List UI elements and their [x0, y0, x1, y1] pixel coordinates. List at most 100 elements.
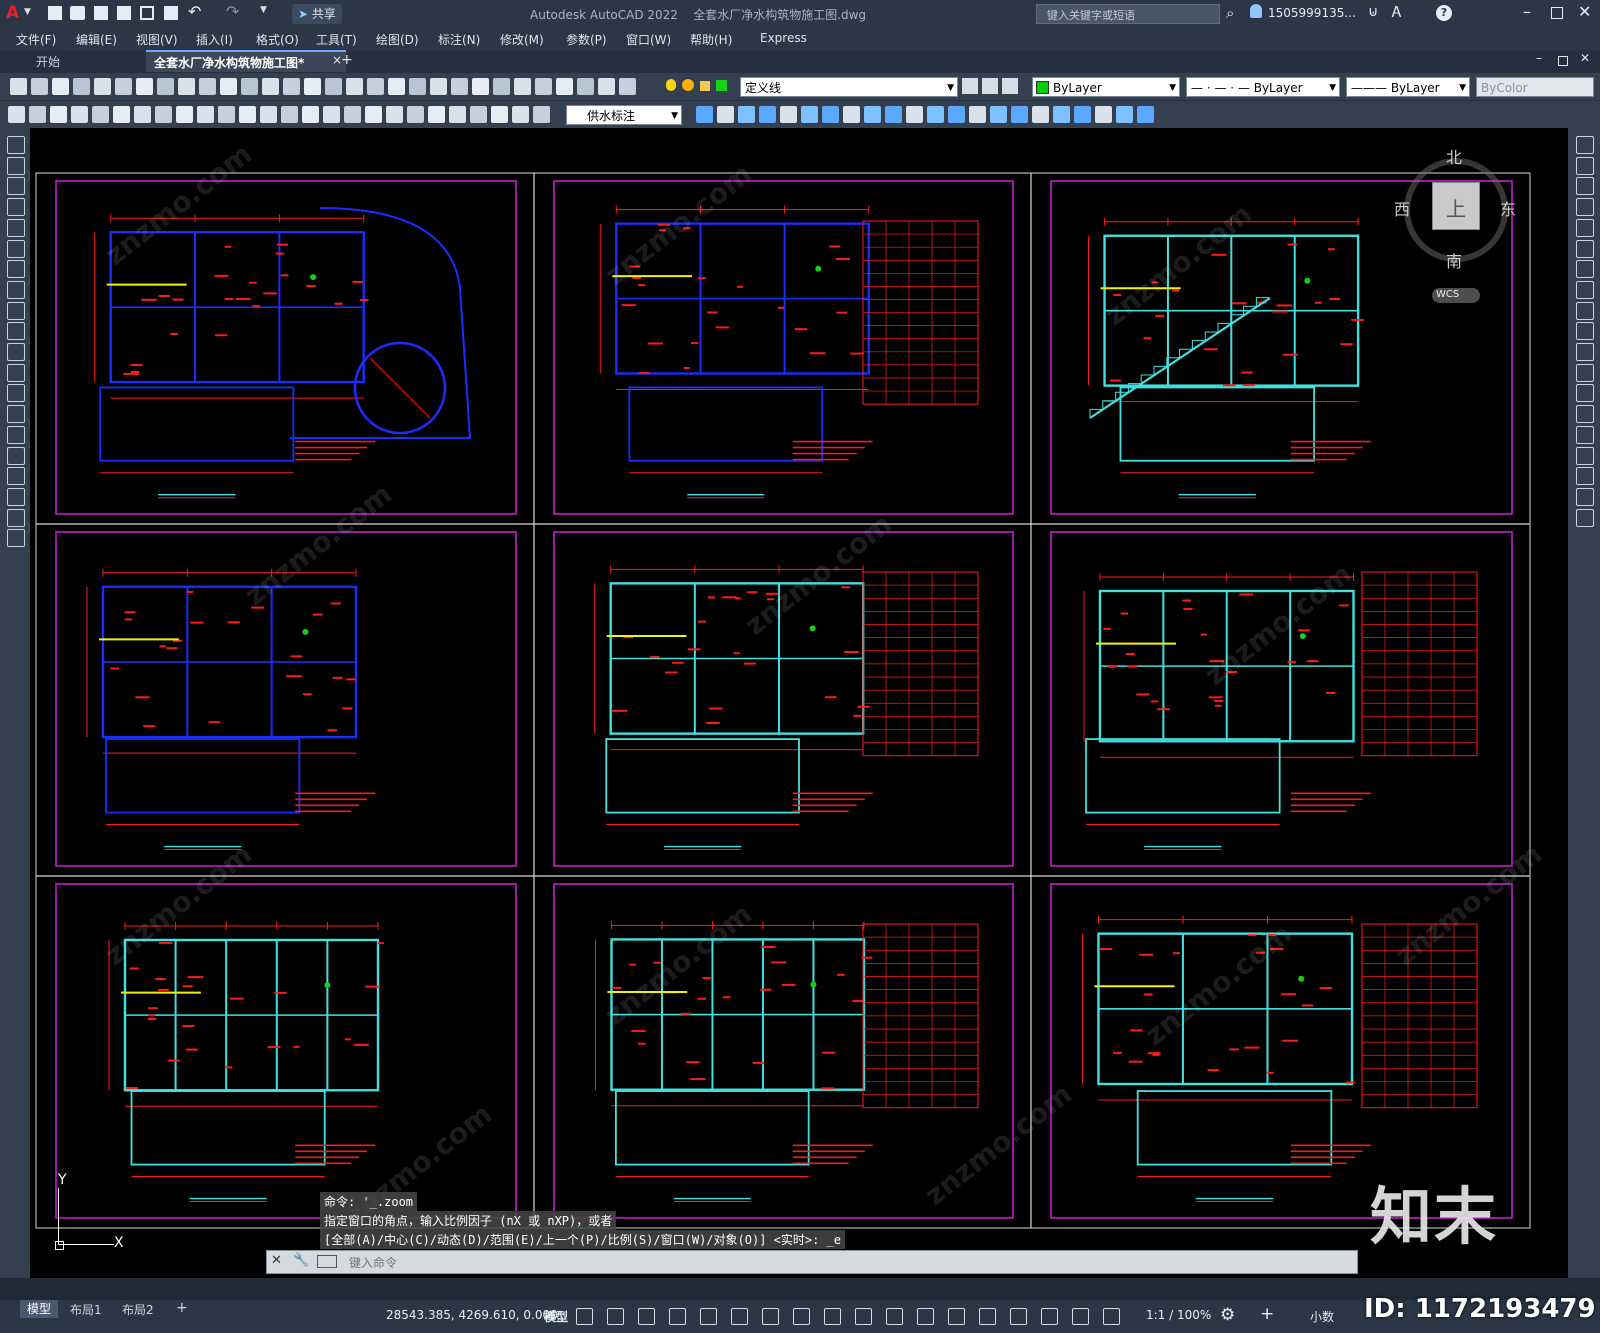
save-icon[interactable] [535, 78, 552, 95]
array-icon[interactable] [780, 106, 797, 123]
drawing-canvas[interactable]: znzmo.com znzmo.com znzmo.com znzmo.com znzm… [30, 128, 1568, 1278]
add-selected-icon[interactable] [7, 529, 25, 548]
zoom-realtime-icon[interactable] [283, 78, 300, 95]
menu-item-8[interactable]: 修改(M) [500, 31, 544, 48]
bulb-icon[interactable] [666, 79, 676, 91]
sheet-set-icon[interactable] [409, 78, 426, 95]
rotate-icon[interactable] [1576, 260, 1594, 279]
transparency-toggle-icon[interactable] [886, 1308, 903, 1325]
infer-toggle-icon[interactable] [638, 1308, 655, 1325]
construction-line-icon[interactable] [7, 156, 25, 175]
annotation-monitor-icon[interactable]: + [1260, 1304, 1274, 1324]
pan-icon[interactable] [262, 78, 279, 95]
3d-object-snap-toggle-icon[interactable] [948, 1308, 965, 1325]
scale-icon[interactable] [1576, 280, 1594, 299]
open-file-icon[interactable] [70, 6, 85, 20]
grid-toggle-icon[interactable] [576, 1308, 593, 1325]
search-box[interactable]: 键入关键字或短语 [1036, 4, 1220, 24]
gradient-icon[interactable] [7, 446, 25, 465]
jogged-linear-icon[interactable] [344, 106, 361, 123]
menu-item-0[interactable]: 文件(F) [16, 31, 56, 48]
mirror-icon[interactable] [1576, 177, 1594, 196]
fillet-icon[interactable] [990, 106, 1007, 123]
circle-icon[interactable] [7, 260, 25, 279]
dim-radius-icon[interactable] [512, 106, 529, 123]
paste-icon[interactable] [178, 78, 195, 95]
erase-icon[interactable] [696, 106, 713, 123]
fillet-icon[interactable] [1576, 446, 1594, 465]
menu-item-10[interactable]: 窗口(W) [626, 31, 671, 48]
undo-icon[interactable]: ↶ [188, 2, 201, 21]
minimize-button[interactable]: – [1523, 2, 1531, 21]
app-logo[interactable]: A [6, 3, 19, 23]
doc-minimize-button[interactable]: – [1536, 51, 1542, 65]
lineweight-dropdown[interactable]: ——— ByLayer ▼ [1346, 77, 1470, 97]
open-icon[interactable] [31, 78, 48, 95]
redo-icon[interactable] [241, 78, 258, 95]
trim-icon[interactable] [1576, 322, 1594, 341]
chamfer-icon[interactable] [969, 106, 986, 123]
match-properties-icon[interactable] [199, 78, 216, 95]
workspace-gear-icon[interactable]: ⚙ [1220, 1305, 1235, 1325]
menu-item-12[interactable]: Express [760, 31, 807, 45]
command-prompt-icon[interactable] [317, 1255, 337, 1268]
new-icon[interactable] [10, 78, 27, 95]
gizmo-toggle-icon[interactable] [1041, 1308, 1058, 1325]
filter-toggle-icon[interactable] [1010, 1308, 1027, 1325]
menu-item-6[interactable]: 绘图(D) [376, 31, 419, 48]
dim-space-icon[interactable] [239, 106, 256, 123]
properties-icon[interactable] [346, 78, 363, 95]
tool-palettes-icon[interactable] [388, 78, 405, 95]
new-icon[interactable] [493, 78, 510, 95]
doc-restore-button[interactable] [1558, 56, 1568, 66]
save-icon[interactable] [94, 6, 108, 20]
dim-aligned-icon[interactable] [449, 106, 466, 123]
dim-text-edit-icon[interactable] [386, 106, 403, 123]
dim-arc-icon[interactable] [470, 106, 487, 123]
dim-linear-icon[interactable] [8, 106, 25, 123]
publish-icon[interactable] [115, 78, 132, 95]
publish-icon[interactable] [598, 78, 615, 95]
layout-tab-1[interactable]: 布局1 [70, 1301, 102, 1318]
menu-item-3[interactable]: 插入(I) [196, 31, 233, 48]
dim-baseline-icon[interactable] [197, 106, 214, 123]
stretch-icon[interactable] [864, 106, 881, 123]
plotstyle-dropdown[interactable]: ByColor [1476, 77, 1594, 97]
linetype-dropdown[interactable]: — · — · — ByLayer ▼ [1186, 77, 1340, 97]
rotate-icon[interactable] [822, 106, 839, 123]
revision-cloud-icon[interactable] [7, 280, 25, 299]
calculator-icon[interactable] [451, 78, 468, 95]
move-icon[interactable] [1576, 239, 1594, 258]
undo-icon[interactable] [220, 78, 237, 95]
cart-icon[interactable]: ⊍ [1368, 4, 1378, 20]
sun-icon[interactable] [682, 79, 694, 91]
preview-icon[interactable] [577, 78, 594, 95]
layer-iso-icon[interactable] [1002, 78, 1018, 94]
maximize-button[interactable] [1551, 7, 1563, 19]
new-tab-button[interactable]: + [341, 52, 353, 68]
layer-previous-icon[interactable] [962, 78, 978, 94]
coordinates-readout[interactable]: 28543.385, 4269.610, 0.000 [386, 1308, 558, 1322]
auto-scale-toggle-icon[interactable] [1103, 1308, 1120, 1325]
lock-icon[interactable] [700, 81, 710, 91]
tolerance-icon[interactable] [281, 106, 298, 123]
polygon-icon[interactable] [7, 198, 25, 217]
viewcube-north[interactable]: 北 [1446, 144, 1462, 168]
copy-icon[interactable] [1576, 156, 1594, 175]
spline-icon[interactable] [7, 301, 25, 320]
help-icon[interactable] [472, 78, 489, 95]
chamfer-icon[interactable] [1576, 425, 1594, 444]
dim-edit-icon[interactable] [365, 106, 382, 123]
offset-icon[interactable] [759, 106, 776, 123]
dim-ordinate-icon[interactable] [491, 106, 508, 123]
menu-item-11[interactable]: 帮助(H) [690, 31, 732, 48]
viewcube[interactable]: 北 西 东 上 南 WCS [1390, 138, 1540, 308]
ortho-toggle-icon[interactable] [700, 1308, 717, 1325]
copy-icon[interactable] [717, 106, 734, 123]
plot-icon[interactable] [164, 6, 178, 20]
dim-break-icon[interactable] [260, 106, 277, 123]
arc-tool-icon[interactable] [1576, 508, 1594, 527]
dim-radius-icon[interactable] [92, 106, 109, 123]
hatch-icon[interactable] [7, 425, 25, 444]
lineweight-toggle-icon[interactable] [855, 1308, 872, 1325]
